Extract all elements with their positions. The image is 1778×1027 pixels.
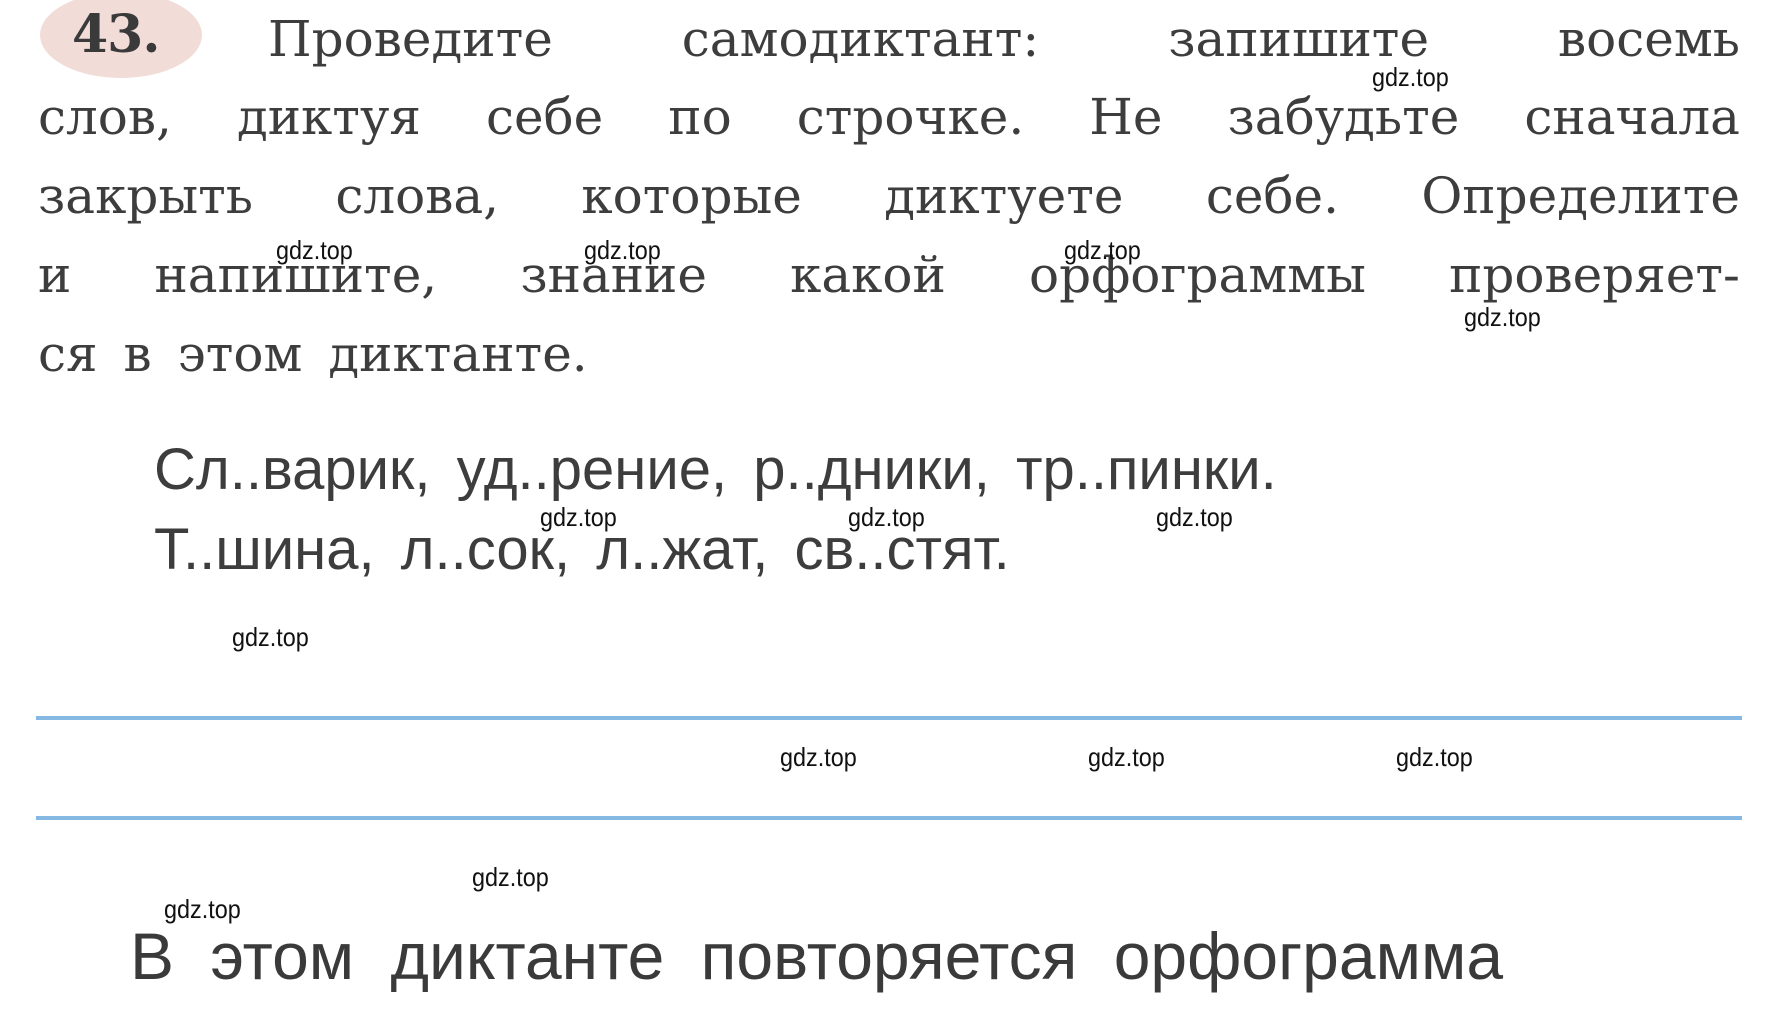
watermark: gdz.top — [780, 742, 857, 772]
word: забудьте — [1227, 88, 1460, 146]
watermark: gdz.top — [1396, 742, 1473, 772]
word: по — [668, 88, 732, 146]
instruction-line-2: слов, диктуя себе по строчке. Не забудьт… — [38, 88, 1740, 146]
word: закрыть — [38, 167, 254, 225]
word: себе — [485, 88, 604, 146]
watermark: gdz.top — [584, 235, 661, 265]
watermark: gdz.top — [276, 235, 353, 265]
word: Не — [1089, 88, 1163, 146]
word: диктуете — [884, 167, 1124, 225]
word: и — [38, 246, 72, 304]
word: ся — [38, 325, 98, 383]
word: Определите — [1421, 167, 1740, 225]
word: слова, — [335, 167, 500, 225]
watermark: gdz.top — [472, 862, 549, 892]
instruction-line-3: закрыть слова, которые диктуете себе. Оп… — [38, 167, 1740, 225]
word: диктанте. — [328, 325, 588, 383]
word: строчке. — [796, 88, 1025, 146]
exercise-number: 43. — [72, 4, 160, 65]
watermark: gdz.top — [540, 502, 617, 532]
word: самодиктант: — [681, 10, 1040, 68]
word: проверяет- — [1449, 246, 1740, 304]
answer-prompt: В этом диктанте повторяется орфограмма — [130, 919, 1504, 993]
dictation-line-1: Сл..варик, уд..рение, р..дники, тр..пинк… — [154, 437, 1277, 502]
word: диктуя — [236, 88, 421, 146]
watermark: gdz.top — [1088, 742, 1165, 772]
watermark: gdz.top — [1372, 62, 1449, 92]
instruction-line-1: Проведите самодиктант: запишите восемь — [268, 10, 1740, 68]
word: этом — [177, 325, 303, 383]
word: слов, — [38, 88, 172, 146]
word: запишите — [1168, 10, 1430, 68]
answer-line-1 — [36, 716, 1742, 720]
word: восемь — [1558, 10, 1740, 68]
word: себе. — [1205, 167, 1339, 225]
answer-line-2 — [36, 816, 1742, 820]
word: в — [123, 325, 152, 383]
watermark: gdz.top — [848, 502, 925, 532]
watermark: gdz.top — [1464, 302, 1541, 332]
watermark: gdz.top — [1064, 235, 1141, 265]
word: сначала — [1524, 88, 1740, 146]
watermark: gdz.top — [164, 894, 241, 924]
instruction-line-5: ся в этом диктанте. — [38, 325, 1740, 383]
word: какой — [790, 246, 946, 304]
word: которые — [581, 167, 802, 225]
word: Проведите — [268, 10, 553, 68]
watermark: gdz.top — [232, 622, 309, 652]
watermark: gdz.top — [1156, 502, 1233, 532]
